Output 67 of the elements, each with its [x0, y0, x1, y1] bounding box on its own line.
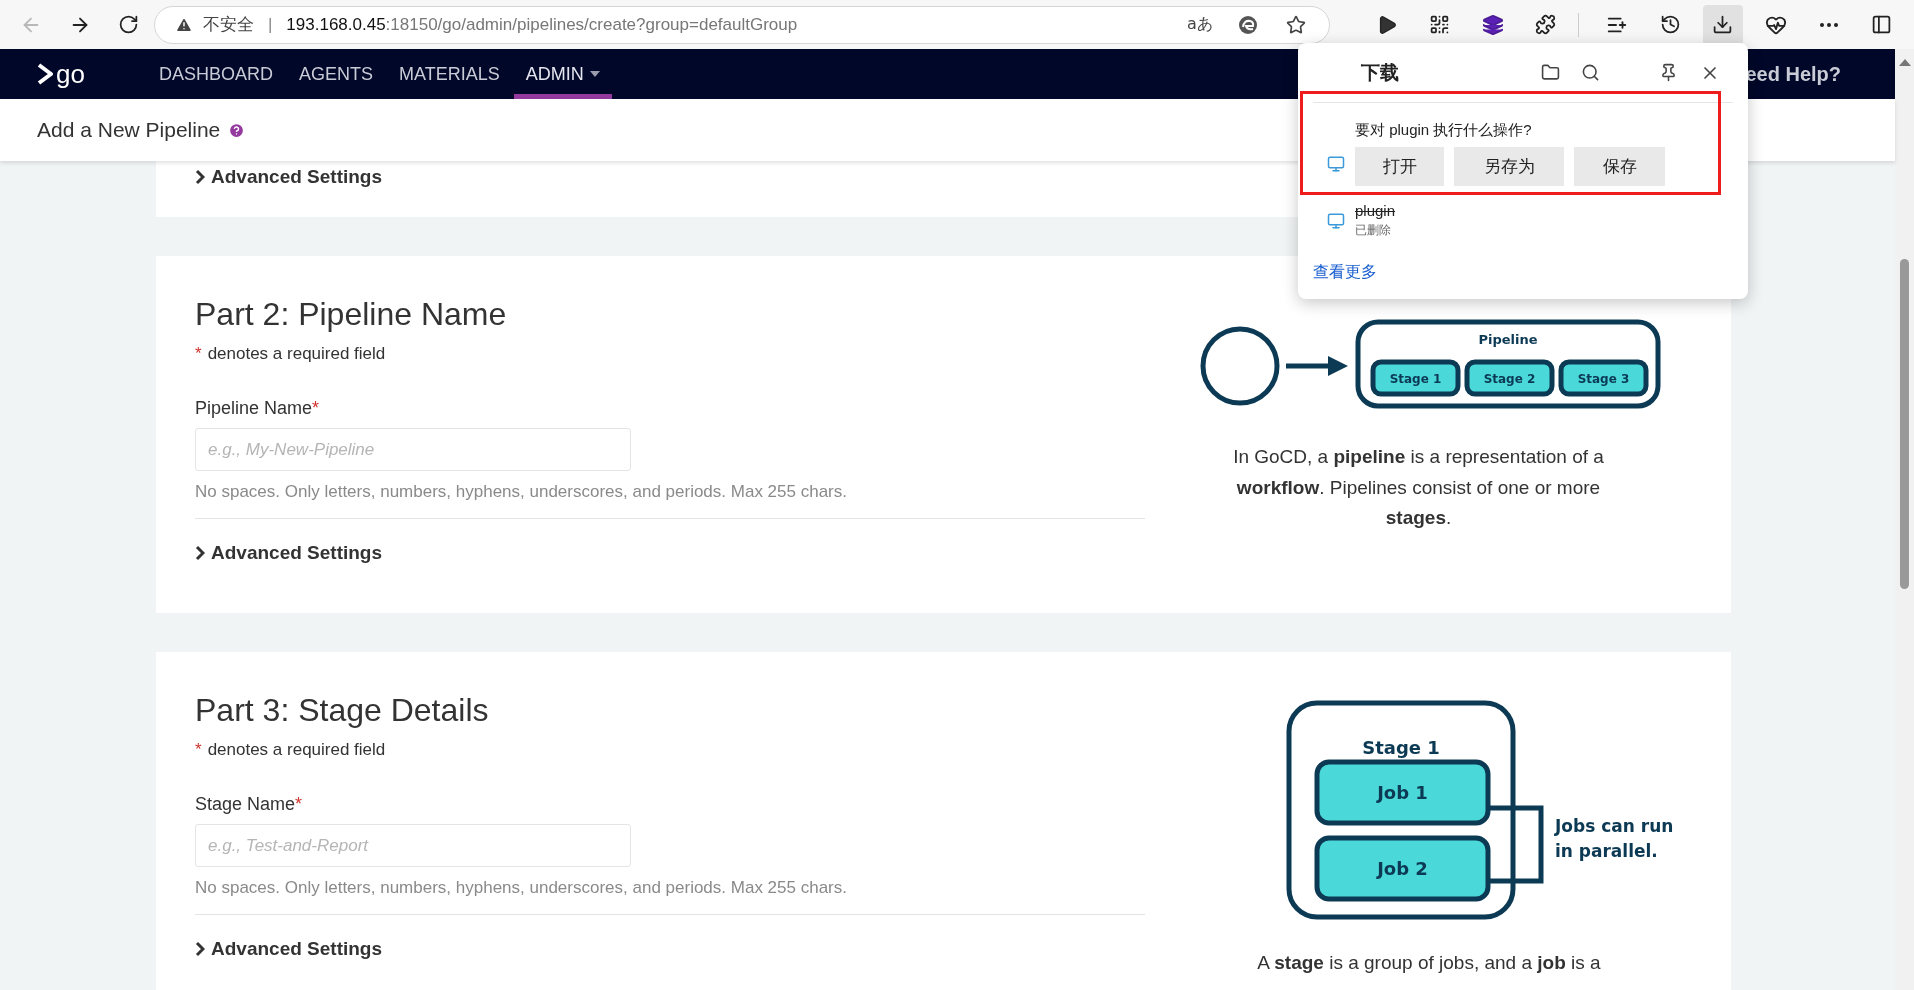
parallel-note: Jobs can run: [1555, 816, 1674, 836]
field-help: No spaces. Only letters, numbers, hyphens, underscores, and periods. Max 255 chars.: [195, 877, 847, 899]
diagram-caption: In GoCD, a pipeline is a representation of a workflow. Pipelines consist of one or more stages.: [1232, 445, 1605, 530]
file-name[interactable]: plugin: [1355, 202, 1396, 219]
download-action-button[interactable]: 另存为: [1454, 147, 1564, 186]
stage-node: Stage 1: [1370, 359, 1460, 397]
panel-title: 下载: [1361, 60, 1399, 85]
search-icon: [1580, 63, 1600, 82]
advanced-settings-toggle[interactable]: Advanced Settings: [195, 937, 383, 961]
file-icon: [1327, 154, 1345, 173]
file-status: 已删除: [1355, 222, 1392, 239]
help-link[interactable]: eed Help?: [1745, 62, 1841, 86]
file-icon: [1327, 211, 1345, 230]
stage-label: Stage 1: [1362, 737, 1440, 758]
input-field[interactable]: e.g., Test-and-Report: [195, 824, 631, 867]
stage-node: Stage 3: [1558, 359, 1648, 397]
stage-node: Stage 2: [1464, 359, 1554, 397]
nav-item[interactable]: AGENTS: [286, 49, 385, 99]
url-text: 193.168.0.45:18150/go/admin/pipelines/create?group=defaultGroup: [286, 14, 799, 35]
chevron-icon: [195, 545, 205, 561]
section-title: Part 3: Stage Details: [195, 691, 489, 730]
download-action-button[interactable]: 打开: [1355, 147, 1444, 186]
history-icon: [1659, 14, 1681, 35]
pipeline-label: Pipeline: [1477, 332, 1538, 347]
download-icon: [1712, 14, 1734, 35]
input-field[interactable]: e.g., My-New-Pipeline: [195, 428, 631, 471]
required-mark: *: [195, 739, 202, 761]
read-aloud-button[interactable]: aあ: [1180, 8, 1219, 41]
download-action-button[interactable]: 保存: [1574, 147, 1665, 186]
chevron-icon: [195, 941, 205, 957]
chevron-icon: [195, 169, 205, 185]
nav-item[interactable]: DASHBOARD: [146, 49, 285, 99]
star-icon: [1285, 14, 1306, 35]
see-more-link[interactable]: 查看更多: [1313, 262, 1733, 283]
parallel-note: in parallel.: [1555, 841, 1658, 861]
folder-icon: [1540, 63, 1560, 82]
address-separator: |: [267, 14, 273, 35]
arrow: [1285, 356, 1348, 376]
more-icon: [1819, 22, 1838, 27]
job-node: Job 2: [1314, 835, 1491, 902]
required-note: denotes a required field: [207, 343, 386, 365]
field-label: Stage Name*: [195, 793, 303, 816]
logo-icon: [37, 63, 53, 85]
advanced-settings-toggle[interactable]: Advanced Settings: [195, 165, 383, 189]
advanced-settings-toggle[interactable]: Advanced Settings: [195, 541, 383, 565]
puzzle-icon: [1535, 14, 1557, 35]
logo[interactable]: go: [37, 49, 85, 99]
scrollbar[interactable]: [1895, 49, 1914, 990]
address-bar[interactable]: 不安全 | 193.168.0.45:18150/go/admin/pipelines/create?group=defaultGroup aあ: [153, 5, 1330, 44]
required-note: denotes a required field: [207, 739, 386, 761]
nav-item[interactable]: MATERIALS: [386, 49, 512, 99]
download-question: 要对 plugin 执行什么操作?: [1355, 121, 1533, 140]
diagram-caption: A stage is a group of jobs, and a job is a: [1256, 951, 1602, 975]
help-icon: [228, 121, 246, 139]
downloads-button[interactable]: [1702, 4, 1744, 45]
security-label: 不安全: [202, 14, 254, 36]
section-title: Part 2: Pipeline Name: [195, 295, 507, 334]
page-title: Add a New Pipeline: [37, 118, 221, 142]
field-label: Pipeline Name*: [195, 397, 320, 420]
required-mark: *: [195, 343, 202, 365]
field-help: No spaces. Only letters, numbers, hyphens, underscores, and periods. Max 255 chars.: [195, 481, 847, 503]
refresh-icon: [118, 14, 140, 35]
qr-code-icon: [1429, 14, 1451, 35]
layers-icon: [1481, 13, 1504, 36]
sidebar-icon: [1871, 14, 1892, 35]
job-node: Job 1: [1314, 759, 1491, 826]
edge-icon: [1237, 14, 1258, 35]
